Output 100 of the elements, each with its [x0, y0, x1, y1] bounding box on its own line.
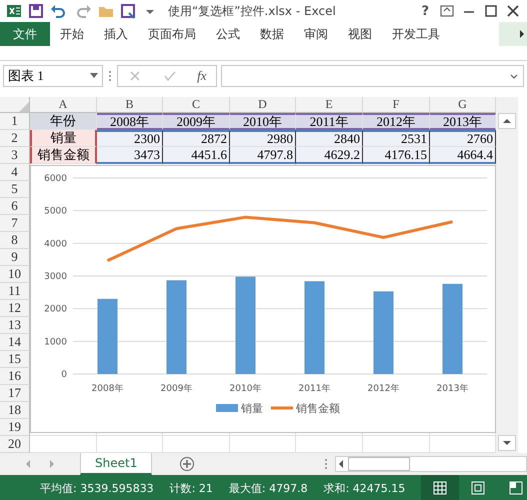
row-header[interactable]: 2	[0, 130, 30, 147]
row-header[interactable]: 11	[0, 283, 30, 300]
axis-label: 2000	[44, 304, 67, 315]
row-header[interactable]: 12	[0, 300, 30, 317]
ribbon-tab[interactable]: 公式	[206, 22, 250, 46]
axis-label: 2012年	[368, 384, 400, 394]
status-text: 计数: 21	[170, 480, 213, 496]
axis-label: 5000	[44, 206, 67, 217]
undo-icon[interactable]	[50, 3, 68, 19]
expand-icon[interactable]	[509, 72, 519, 80]
ribbon-tab[interactable]: 开始	[50, 22, 94, 46]
layout-view-icon	[470, 480, 486, 496]
table-cell: 年份	[30, 113, 97, 130]
table-cell: 2008年	[97, 113, 163, 130]
close-icon[interactable]	[505, 3, 521, 19]
column-header[interactable]: B	[97, 97, 163, 113]
save-as-icon[interactable]	[120, 3, 136, 19]
column-header[interactable]: F	[363, 97, 430, 113]
column-header[interactable]: D	[230, 97, 296, 113]
status-text: 求和: 42475.15	[324, 480, 406, 496]
table-cell: 2011年	[296, 113, 363, 130]
insert-function-button[interactable]: fx	[197, 68, 207, 84]
horizontal-scrollbar[interactable]	[335, 456, 527, 472]
window-title: 使用“复选框”控件.xlsx - Excel	[168, 2, 336, 20]
column-header[interactable]: C	[163, 97, 230, 113]
axis-label: 4000	[44, 239, 67, 250]
chart-area[interactable]: 0 1000 2000 3000 4000 5000 6000 2008年 2009年 2010年 2011年 2012年 2013年 销量 销售金额	[30, 165, 496, 433]
row-header[interactable]: 3	[0, 147, 30, 164]
excel-logo-icon[interactable]	[6, 3, 22, 19]
table-cell: 3473	[97, 147, 163, 164]
row-header[interactable]: 4	[0, 164, 30, 181]
row-header[interactable]: 5	[0, 181, 30, 198]
add-sheet-icon[interactable]	[179, 456, 196, 472]
row-header[interactable]: 17	[0, 385, 30, 402]
table-cell: 销售金额	[30, 147, 97, 164]
table-cell: 2300	[97, 130, 163, 147]
ribbon-tab[interactable]: 插入	[94, 22, 138, 46]
table-cell: 2013年	[430, 113, 496, 130]
row-header[interactable]: 10	[0, 266, 30, 283]
scroll-up-icon[interactable]	[502, 117, 512, 125]
row-header[interactable]: 1	[0, 113, 30, 130]
legend-label: 销售金额	[296, 402, 340, 415]
table-cell: 4176.15	[363, 147, 430, 164]
row-header[interactable]: 18	[0, 402, 30, 419]
axis-label: 2008年	[92, 384, 124, 394]
view-button[interactable]	[421, 475, 460, 500]
table-cell: 2980	[230, 130, 296, 147]
axis-label: 2009年	[160, 384, 192, 394]
row-header[interactable]: 15	[0, 351, 30, 368]
column-header[interactable]: A	[30, 97, 97, 113]
row-header[interactable]: 13	[0, 317, 30, 334]
table-cell: 销量	[30, 130, 97, 147]
axis-label: 1000	[44, 337, 67, 348]
column-header[interactable]: E	[296, 97, 363, 113]
ribbon-tab[interactable]: 数据	[250, 22, 294, 46]
column-header[interactable]: G	[430, 97, 496, 113]
save-icon[interactable]	[28, 3, 44, 19]
table-cell: 2531	[363, 130, 430, 147]
table-cell: 2010年	[230, 113, 296, 130]
legend-swatch	[271, 406, 293, 410]
table-cell: 2840	[296, 130, 363, 147]
row-header[interactable]: 19	[0, 419, 30, 436]
row-header[interactable]: 16	[0, 368, 30, 385]
axis-label: 3000	[44, 272, 67, 282]
row-header[interactable]: 7	[0, 215, 30, 232]
axis-label: 2011年	[298, 384, 330, 394]
row-header[interactable]: 6	[0, 198, 30, 215]
ribbon-tab[interactable]: 视图	[338, 22, 382, 46]
help-button[interactable]: ?	[417, 4, 433, 18]
status-text: 最大值: 4797.8	[228, 480, 308, 496]
sheet-tab[interactable]: Sheet1	[80, 453, 152, 475]
ribbon-tab[interactable]: 页面布局	[138, 22, 206, 46]
legend-label: 销量	[241, 402, 263, 415]
table-cell: 4797.8	[230, 147, 296, 164]
table-cell: 2012年	[363, 113, 430, 130]
axis-label: 0	[61, 370, 67, 380]
maximize-icon[interactable]	[483, 3, 499, 19]
ribbon-display-icon[interactable]	[439, 3, 455, 19]
table-cell: 4664.4	[430, 147, 496, 164]
table-cell: 2009年	[163, 113, 230, 130]
ribbon-tab[interactable]: 审阅	[294, 22, 338, 46]
table-cell: 2872	[163, 130, 230, 147]
more-icon[interactable]	[323, 456, 329, 472]
scroll-down-icon[interactable]	[502, 439, 512, 447]
more-icon[interactable]	[107, 68, 113, 84]
row-header[interactable]: 9	[0, 249, 30, 266]
name-box[interactable]: 图表 1	[3, 65, 103, 87]
formula-input[interactable]	[221, 65, 524, 87]
file-tab[interactable]: 文件	[0, 22, 50, 46]
legend-swatch	[216, 404, 238, 412]
row-header[interactable]: 14	[0, 334, 30, 351]
table-cell: 4629.2	[296, 147, 363, 164]
table-cell: 4451.6	[163, 147, 230, 164]
scroll-right-icon[interactable]	[517, 27, 527, 41]
vertical-scrollbar[interactable]	[496, 97, 518, 453]
row-header[interactable]: 8	[0, 232, 30, 249]
status-text: 平均值: 3539.595833	[40, 480, 154, 496]
normal-view-icon	[432, 480, 448, 496]
ribbon-tab[interactable]: 开发工具	[382, 22, 450, 46]
row-header[interactable]: 20	[0, 436, 30, 453]
